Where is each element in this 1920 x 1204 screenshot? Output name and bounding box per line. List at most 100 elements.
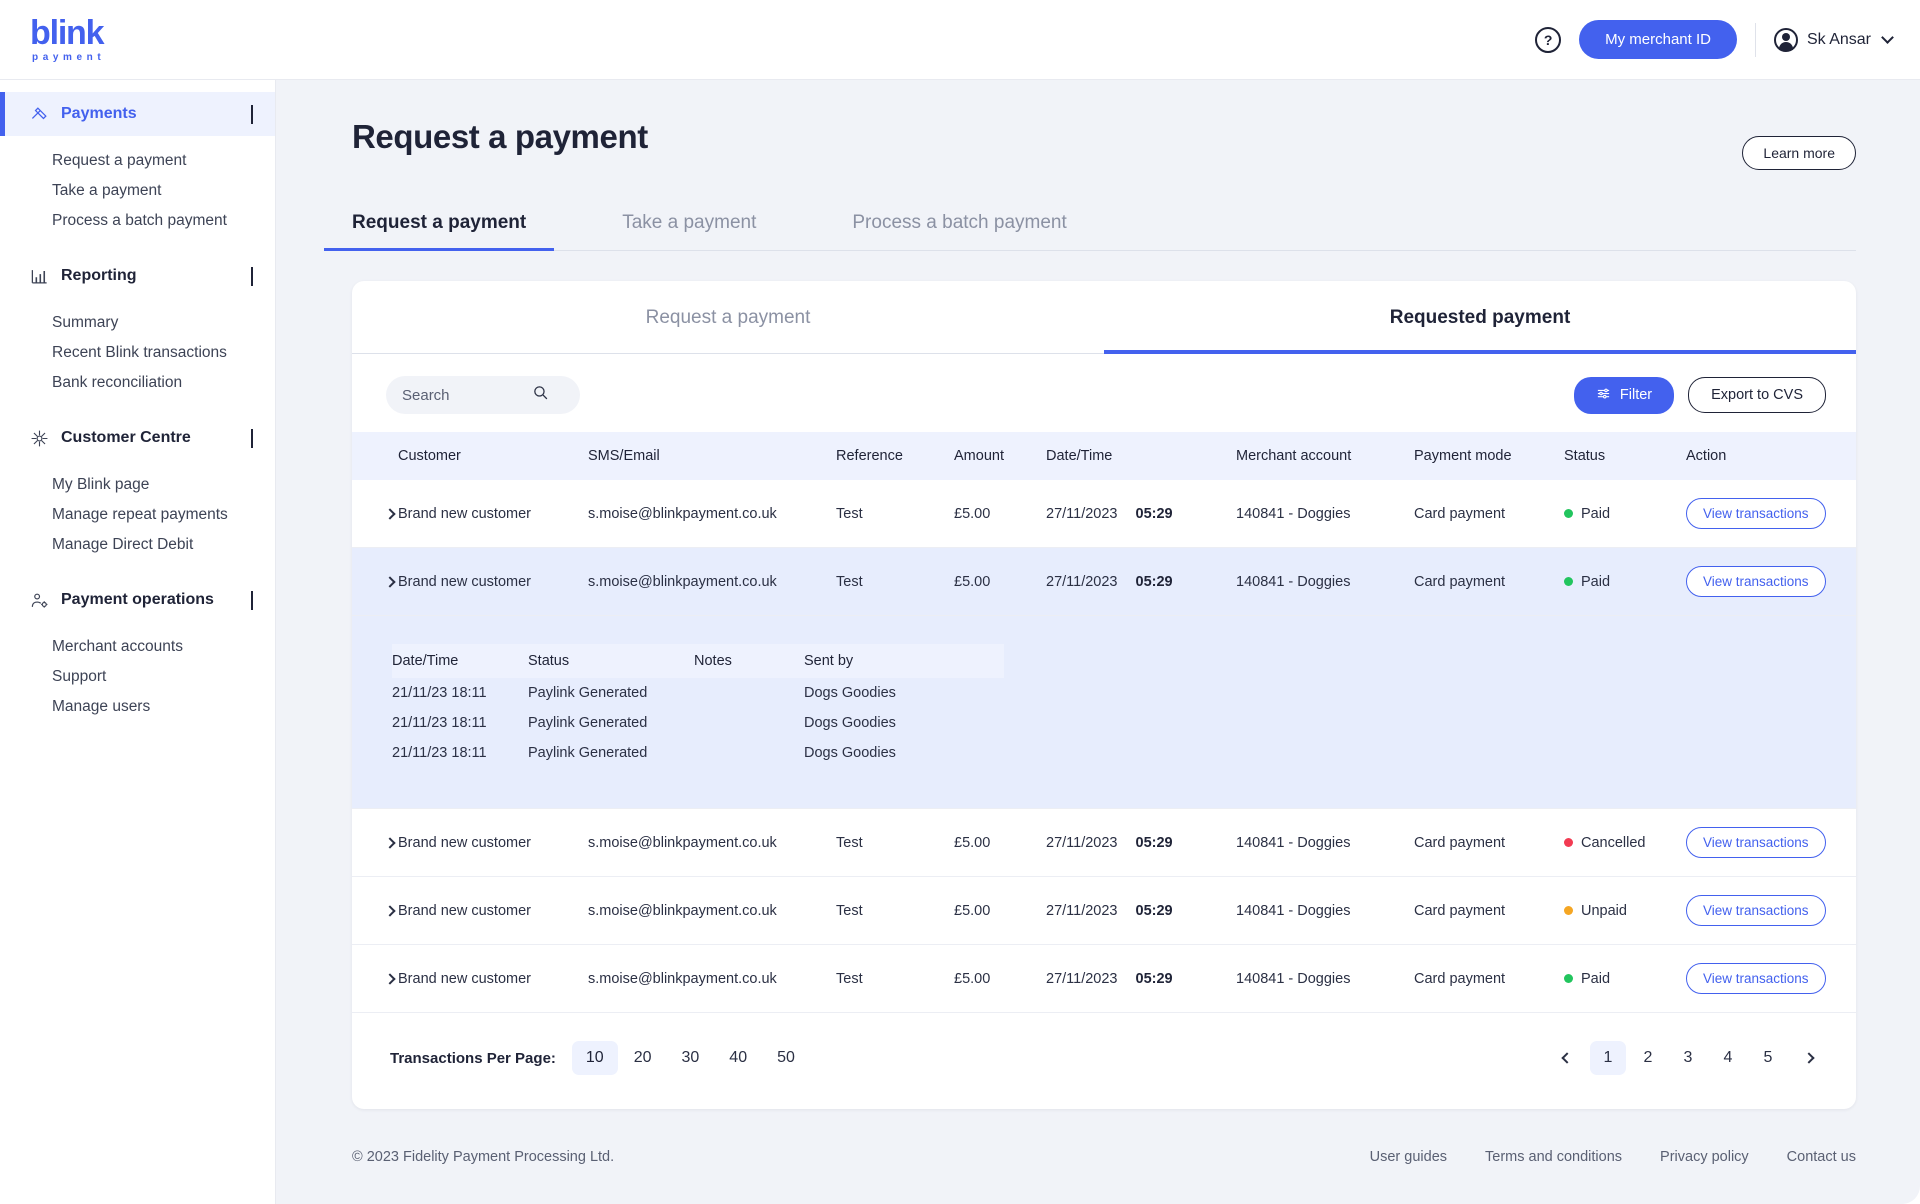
- row-expand-toggle[interactable]: [352, 808, 396, 877]
- payments-icon: [30, 105, 49, 124]
- row-expand-toggle[interactable]: [352, 480, 396, 548]
- table-row[interactable]: Brand new customer s.moise@blinkpayment.c…: [352, 808, 1856, 877]
- th-datetime: Date/Time: [1046, 448, 1113, 464]
- sidebar-group-reporting[interactable]: Reporting: [0, 254, 275, 298]
- my-merchant-id-button[interactable]: My merchant ID: [1579, 20, 1737, 59]
- chevron-right-icon[interactable]: [384, 507, 396, 520]
- cell-customer: Brand new customer: [392, 876, 582, 945]
- detail-cell-datetime: 21/11/23 18:11: [392, 708, 528, 738]
- page-numbers: 12345: [1590, 1041, 1786, 1075]
- top-tabs: Request a payment Take a payment Process…: [323, 200, 1856, 251]
- chevron-right-icon[interactable]: [384, 836, 396, 849]
- cell-amount: £5.00: [948, 808, 1040, 877]
- detail-cell-status[interactable]: Paylink Generated: [528, 678, 694, 708]
- user-menu[interactable]: Sk Ansar: [1773, 27, 1894, 52]
- sidebar-item-support[interactable]: Support: [0, 662, 275, 692]
- cell-amount: £5.00: [948, 944, 1040, 1013]
- page-button-5[interactable]: 5: [1750, 1041, 1786, 1075]
- detail-header-row: Date/Time Status Notes Sent by: [392, 644, 1004, 678]
- detail-cell-sent-by: Dogs Goodies: [804, 738, 1004, 768]
- view-transactions-button[interactable]: View transactions: [1686, 895, 1826, 926]
- page-button-3[interactable]: 3: [1670, 1041, 1706, 1075]
- sidebar-item-request-a-payment[interactable]: Request a payment: [0, 146, 275, 176]
- page-button-1[interactable]: 1: [1590, 1041, 1626, 1075]
- per-page-option-50[interactable]: 50: [763, 1041, 809, 1075]
- tab-process-a-batch-payment[interactable]: Process a batch payment: [852, 200, 1066, 250]
- per-page-option-30[interactable]: 30: [668, 1041, 714, 1075]
- requested-payment-card: Request a payment Requested payment Sear…: [352, 281, 1856, 1109]
- sidebar-item-recent-blink-transactions[interactable]: Recent Blink transactions: [0, 338, 275, 368]
- row-expand-toggle[interactable]: [352, 547, 396, 616]
- th-reference: Reference: [836, 448, 903, 464]
- row-expand-toggle[interactable]: [352, 944, 396, 1013]
- brand-logo[interactable]: blink payment: [30, 16, 105, 63]
- export-to-cvs-button[interactable]: Export to CVS: [1688, 377, 1826, 413]
- per-page-option-20[interactable]: 20: [620, 1041, 666, 1075]
- inner-tabs: Request a payment Requested payment: [352, 281, 1856, 354]
- sidebar-item-my-blink-page[interactable]: My Blink page: [0, 470, 275, 500]
- detail-cell-status[interactable]: Paylink Generated: [528, 738, 694, 768]
- table-row[interactable]: Brand new customer s.moise@blinkpayment.c…: [352, 480, 1856, 548]
- sidebar-group-customer-centre[interactable]: Customer Centre: [0, 416, 275, 460]
- tab-request-a-payment[interactable]: Request a payment: [323, 200, 555, 251]
- row-expand-toggle[interactable]: [352, 876, 396, 945]
- footer-link-contact-us[interactable]: Contact us: [1787, 1149, 1856, 1165]
- detail-cell-datetime: 21/11/23 18:11: [392, 738, 528, 768]
- th-customer: Customer: [398, 448, 461, 464]
- footer-link-user-guides[interactable]: User guides: [1370, 1149, 1447, 1165]
- sidebar-item-manage-users[interactable]: Manage users: [0, 692, 275, 722]
- chevron-down-icon: [251, 429, 253, 448]
- user-name-label: Sk Ansar: [1806, 30, 1871, 48]
- help-icon[interactable]: ?: [1535, 26, 1562, 53]
- sidebar-item-manage-direct-debit[interactable]: Manage Direct Debit: [0, 530, 275, 560]
- inner-tab-request-a-payment[interactable]: Request a payment: [352, 281, 1104, 353]
- detail-cell-notes: [694, 678, 804, 708]
- cell-date: 27/11/2023: [1046, 970, 1118, 987]
- detail-cell-datetime: 21/11/23 18:11: [392, 678, 528, 708]
- chevron-right-icon[interactable]: [384, 904, 396, 917]
- cell-reference: Test: [830, 808, 948, 877]
- view-transactions-button[interactable]: View transactions: [1686, 498, 1826, 529]
- tab-take-a-payment[interactable]: Take a payment: [622, 200, 756, 250]
- filter-button[interactable]: Filter: [1573, 376, 1675, 414]
- sidebar-item-bank-reconciliation[interactable]: Bank reconciliation: [0, 368, 275, 398]
- sidebar-item-manage-repeat-payments[interactable]: Manage repeat payments: [0, 500, 275, 530]
- sidebar-group-payment-operations[interactable]: Payment operations: [0, 578, 275, 622]
- search-input[interactable]: [402, 386, 532, 404]
- filter-sliders-icon: [1596, 386, 1611, 405]
- chevron-down-icon: [251, 267, 253, 286]
- chevron-right-icon[interactable]: [384, 972, 396, 985]
- sidebar-item-merchant-accounts[interactable]: Merchant accounts: [0, 632, 275, 662]
- footer-link-privacy-policy[interactable]: Privacy policy: [1660, 1149, 1749, 1165]
- cell-sms-email: s.moise@blinkpayment.co.uk: [582, 944, 830, 1013]
- per-page-option-10[interactable]: 10: [571, 1041, 618, 1075]
- prev-page-button[interactable]: [1550, 1041, 1584, 1075]
- th-merchant-account: Merchant account: [1236, 448, 1352, 464]
- next-page-button[interactable]: [1792, 1041, 1826, 1075]
- brand-tagline: payment: [32, 52, 106, 63]
- search-box[interactable]: [386, 376, 580, 414]
- inner-tab-requested-payment[interactable]: Requested payment: [1104, 281, 1856, 354]
- per-page-option-40[interactable]: 40: [715, 1041, 761, 1075]
- search-icon[interactable]: [532, 384, 549, 406]
- sidebar-group-payments[interactable]: Payments: [0, 92, 275, 136]
- sidebar-item-take-a-payment[interactable]: Take a payment: [0, 176, 275, 206]
- detail-cell-status[interactable]: Paylink Generated: [528, 708, 694, 738]
- sidebar-item-summary[interactable]: Summary: [0, 308, 275, 338]
- cell-payment-mode: Card payment: [1408, 944, 1558, 1013]
- view-transactions-button[interactable]: View transactions: [1686, 827, 1826, 858]
- learn-more-button[interactable]: Learn more: [1742, 136, 1856, 170]
- page-button-4[interactable]: 4: [1710, 1041, 1746, 1075]
- table-row[interactable]: Brand new customer s.moise@blinkpayment.c…: [352, 547, 1856, 616]
- status-dot: [1564, 974, 1573, 983]
- view-transactions-button[interactable]: View transactions: [1686, 963, 1826, 994]
- table-row[interactable]: Brand new customer s.moise@blinkpayment.c…: [352, 944, 1856, 1013]
- table-row[interactable]: Brand new customer s.moise@blinkpayment.c…: [352, 876, 1856, 945]
- filter-button-label: Filter: [1619, 387, 1653, 403]
- view-transactions-button[interactable]: View transactions: [1686, 566, 1826, 597]
- cell-date: 27/11/2023: [1046, 573, 1118, 590]
- page-button-2[interactable]: 2: [1630, 1041, 1666, 1075]
- sidebar-item-process-a-batch-payment[interactable]: Process a batch payment: [0, 206, 275, 236]
- chevron-right-icon[interactable]: [384, 575, 396, 588]
- footer-link-terms-and-conditions[interactable]: Terms and conditions: [1485, 1149, 1622, 1165]
